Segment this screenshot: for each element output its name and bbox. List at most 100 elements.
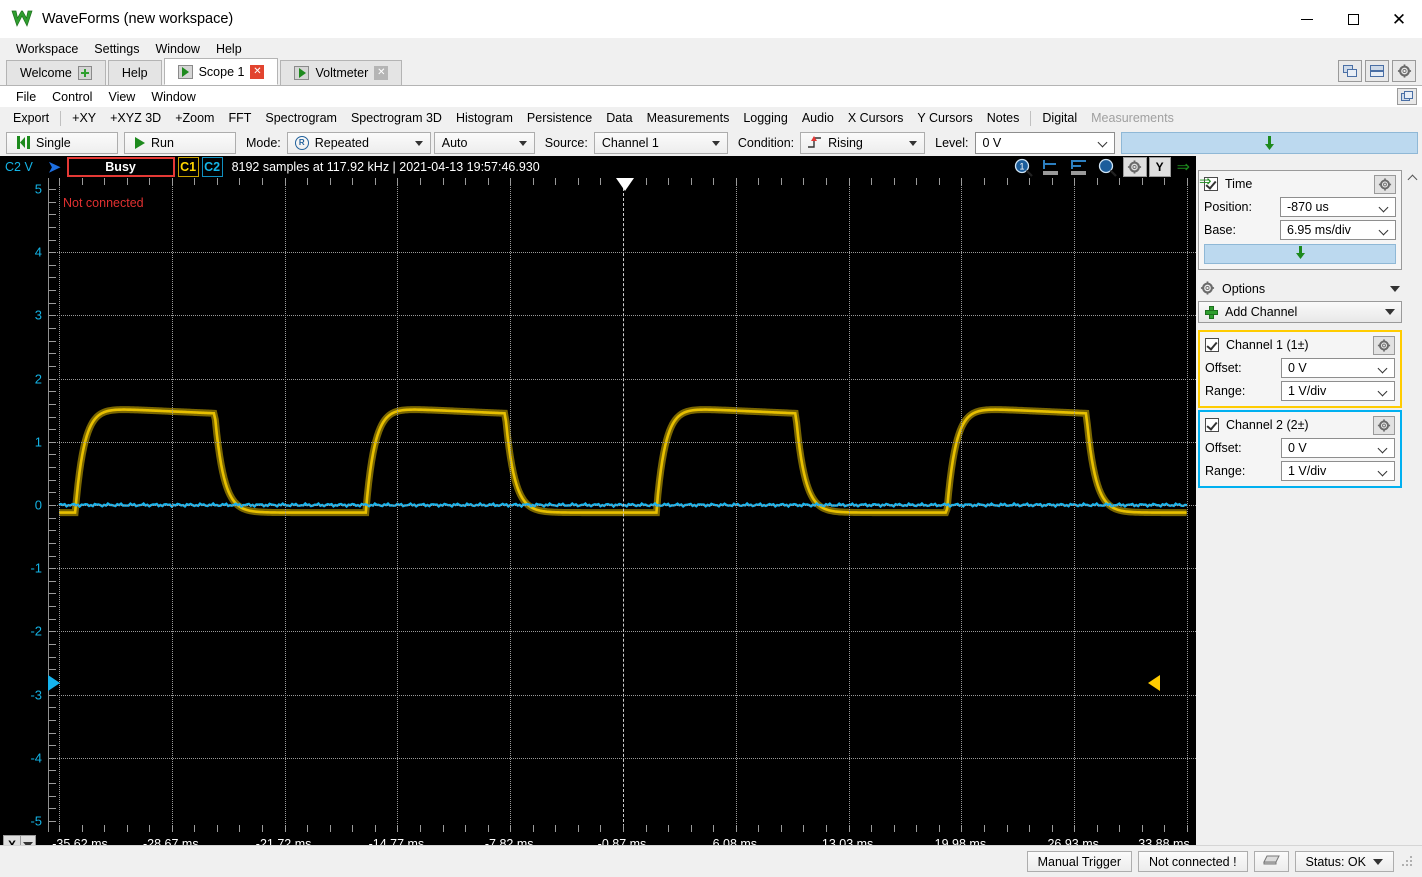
y-axis-minor-tick — [49, 783, 56, 784]
channel-2-enable-checkbox[interactable] — [1205, 418, 1219, 432]
options-row[interactable]: Options — [1198, 277, 1402, 301]
zoom-fit-icon[interactable]: 1 — [1011, 157, 1037, 177]
scope-menu-view[interactable]: View — [100, 88, 143, 106]
channel1-level-marker-right[interactable] — [1148, 675, 1160, 691]
tile-windows-icon[interactable] — [1365, 60, 1389, 82]
mode-select[interactable]: R Repeated — [287, 132, 431, 154]
toolbar-persistence[interactable]: Persistence — [520, 109, 599, 127]
toolbar-spectrogram[interactable]: Spectrogram — [258, 109, 344, 127]
auto-set-center-icon[interactable] — [1067, 157, 1093, 177]
run-button[interactable]: Run — [124, 132, 236, 154]
x-axis-minor-tick-top — [668, 178, 669, 185]
toolbar-fft[interactable]: FFT — [221, 109, 258, 127]
tab-scope-1[interactable]: Scope 1 ✕ — [164, 58, 279, 85]
minimize-button[interactable] — [1284, 0, 1330, 38]
toolbar-zoom[interactable]: +Zoom — [168, 109, 221, 127]
menu-item-workspace[interactable]: Workspace — [8, 40, 86, 58]
not-connected-warning: Not connected — [63, 196, 144, 210]
chevron-down-icon — [1380, 204, 1388, 212]
menu-item-help[interactable]: Help — [208, 40, 250, 58]
menu-item-window[interactable]: Window — [147, 40, 207, 58]
condition-select[interactable]: Rising — [800, 132, 925, 154]
toolbar-measurements[interactable]: Measurements — [640, 109, 737, 127]
channel-settings-gear-icon[interactable] — [1373, 416, 1395, 435]
channel-2-range-input[interactable]: 1 V/div — [1281, 461, 1395, 481]
auto-select[interactable]: Auto — [434, 132, 535, 154]
y-axis-button[interactable]: Y — [1149, 157, 1171, 177]
channel-1-range-input[interactable]: 1 V/div — [1281, 381, 1395, 401]
x-axis-minor-tick-bottom — [59, 825, 60, 832]
toolbar-audio[interactable]: Audio — [795, 109, 841, 127]
scope-menu-file[interactable]: File — [8, 88, 44, 106]
close-icon[interactable]: ✕ — [374, 66, 388, 80]
time-settings-gear-icon[interactable] — [1374, 175, 1396, 194]
channel-1-badge[interactable]: C1 — [178, 157, 199, 177]
toolbar-xy[interactable]: +XY — [65, 109, 103, 127]
chevron-down-icon[interactable] — [1385, 309, 1395, 315]
plus-icon[interactable] — [78, 66, 92, 80]
cascade-windows-icon[interactable] — [1338, 60, 1362, 82]
channel-1-enable-checkbox[interactable] — [1205, 338, 1219, 352]
y-axis-minor-tick — [49, 720, 56, 721]
time-autoset-bar[interactable] — [1204, 244, 1396, 264]
toolbar-histogram[interactable]: Histogram — [449, 109, 520, 127]
manual-trigger-button[interactable]: Manual Trigger — [1027, 851, 1132, 872]
toolbar-x-cursors[interactable]: X Cursors — [841, 109, 911, 127]
chevron-down-icon[interactable] — [1390, 286, 1400, 292]
auto-set-left-icon[interactable] — [1039, 157, 1065, 177]
source-select[interactable]: Channel 1 — [594, 132, 728, 154]
channel-1-offset-input[interactable]: 0 V — [1281, 358, 1395, 378]
tab-voltmeter[interactable]: Voltmeter ✕ — [280, 60, 402, 85]
device-button[interactable] — [1254, 851, 1289, 872]
zoom-out-icon[interactable] — [1095, 157, 1121, 177]
add-channel-button[interactable]: Add Channel — [1198, 301, 1402, 323]
tab-welcome[interactable]: Welcome — [6, 60, 106, 85]
toolbar-export[interactable]: Export — [6, 109, 56, 127]
resize-grip-icon[interactable] — [1402, 856, 1414, 868]
trigger-position-marker[interactable] — [616, 178, 634, 191]
channel-2-badge[interactable]: C2 — [202, 157, 223, 177]
y-axis-tick-label: -3 — [30, 687, 42, 702]
close-icon[interactable]: ✕ — [250, 65, 264, 79]
toolbar-digital[interactable]: Digital — [1035, 109, 1084, 127]
x-axis-minor-tick-bottom — [849, 825, 850, 832]
time-position-input[interactable]: -870 us — [1280, 197, 1396, 217]
scope-menu-window[interactable]: Window — [143, 88, 203, 106]
expand-right-icon[interactable]: ⇒ — [1173, 157, 1194, 177]
sidebar-scrollbar[interactable] — [1405, 170, 1420, 820]
tab-help[interactable]: Help — [108, 60, 162, 85]
y-axis-minor-tick — [49, 417, 56, 418]
source-value: Channel 1 — [602, 136, 659, 150]
caret-up-icon[interactable] — [1405, 170, 1420, 185]
y-axis-minor-tick — [49, 796, 56, 797]
maximize-button[interactable] — [1330, 0, 1376, 38]
toolbar-y-cursors[interactable]: Y Cursors — [910, 109, 979, 127]
toolbar-data[interactable]: Data — [599, 109, 639, 127]
toolbar-logging[interactable]: Logging — [736, 109, 795, 127]
connection-status-button[interactable]: Not connected ! — [1138, 851, 1248, 872]
toolbar-xyz-3d[interactable]: +XYZ 3D — [103, 109, 168, 127]
channel2-level-marker-left[interactable] — [48, 675, 60, 691]
status-button[interactable]: Status: OK — [1295, 851, 1394, 872]
oscilloscope-plot[interactable]: 543210-1-2-3-4-5 Not connected — [0, 178, 1196, 832]
channel-settings-gear-icon[interactable] — [1373, 336, 1395, 355]
scope-menu-control[interactable]: Control — [44, 88, 100, 106]
menu-item-settings[interactable]: Settings — [86, 40, 147, 58]
level-input[interactable]: 0 V — [975, 132, 1115, 154]
x-axis-minor-tick-top — [82, 178, 83, 185]
y-axis-minor-tick — [49, 277, 56, 278]
trigger-autoset-bar[interactable] — [1121, 132, 1419, 154]
toolbar-notes[interactable]: Notes — [980, 109, 1027, 127]
plot-settings-gear-icon[interactable] — [1123, 157, 1147, 177]
x-axis-minor-tick-top — [758, 178, 759, 185]
toolbar-spectrogram-3d[interactable]: Spectrogram 3D — [344, 109, 449, 127]
settings-gear-icon[interactable] — [1392, 60, 1416, 82]
single-button[interactable]: Single — [6, 132, 118, 154]
collapse-right-icon[interactable]: ⇒ — [1199, 172, 1212, 190]
close-button[interactable]: ✕ — [1376, 0, 1422, 38]
blue-arrow-icon[interactable]: ➤ — [42, 158, 67, 176]
restore-window-icon[interactable] — [1397, 88, 1417, 105]
time-base-input[interactable]: 6.95 ms/div — [1280, 220, 1396, 240]
y-axis-minor-tick — [49, 429, 56, 430]
channel-2-offset-input[interactable]: 0 V — [1281, 438, 1395, 458]
